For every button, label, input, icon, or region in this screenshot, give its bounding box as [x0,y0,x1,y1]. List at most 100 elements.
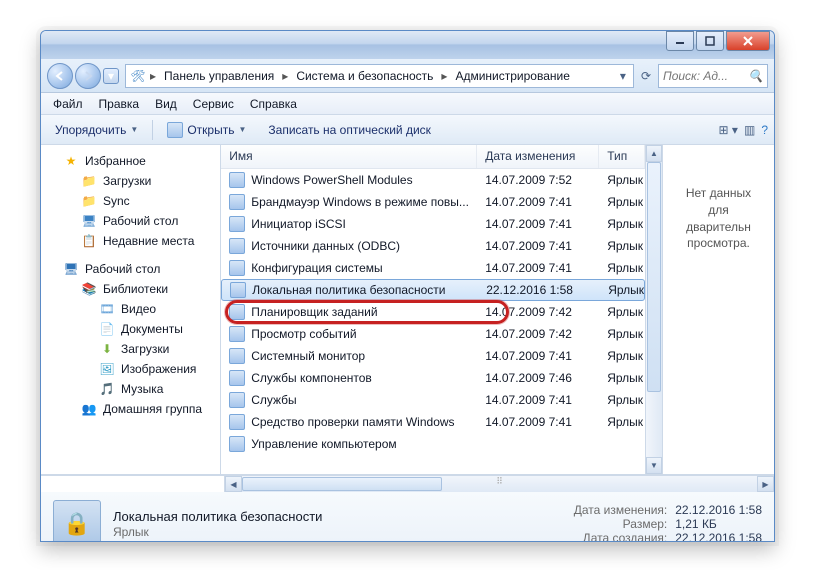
list-item-type: Ярлык [600,283,644,297]
sidebar-sync[interactable]: 📁Sync [41,191,220,211]
sidebar-documents[interactable]: 📄Документы [41,319,220,339]
preview-pane-icon[interactable]: ▥ [744,123,755,137]
breadcrumb-segment[interactable]: Панель управления [160,69,278,83]
list-item-date: 14.07.2009 7:41 [477,415,599,429]
list-item[interactable]: Службы компонентов14.07.2009 7:46Ярлык [221,367,645,389]
sidebar-recent[interactable]: 📋Недавние места [41,231,220,251]
menu-file[interactable]: Файл [45,95,91,113]
scroll-thumb[interactable] [647,162,661,392]
dropdown-icon[interactable]: ▾ [620,69,626,83]
titlebar [41,31,774,59]
list-item[interactable]: Локальная политика безопасности22.12.201… [221,279,645,301]
list-item[interactable]: Конфигурация системы14.07.2009 7:41Ярлык [221,257,645,279]
vertical-scrollbar[interactable]: ▲ ▼ [645,145,662,474]
list-item[interactable]: Брандмауэр Windows в режиме повы... 14.07… [221,191,645,213]
explorer-window: ▾ 🛠 ▸ Панель управления ▸ Система и безо… [40,30,775,542]
horizontal-scrollbar[interactable]: ◀ ⠿ ▶ [225,476,774,492]
download-icon: ⬇ [99,341,115,357]
list-item-type: Ярлык [599,217,645,231]
list-item-date: 14.07.2009 7:41 [477,239,599,253]
list-item[interactable]: Средство проверки памяти Windows14.07.20… [221,411,645,433]
forward-button[interactable] [75,63,101,89]
list-item[interactable]: Windows PowerShell Modules14.07.2009 7:5… [221,169,645,191]
minimize-button[interactable] [666,31,694,51]
list-item-type: Ярлык [599,305,645,319]
column-name[interactable]: Имя [221,145,477,168]
scroll-left-icon[interactable]: ◀ [225,476,242,492]
list-item[interactable]: Планировщик заданий14.07.2009 7:42Ярлык [221,301,645,323]
breadcrumb-segment[interactable]: Система и безопасность [292,69,437,83]
menubar: Файл Правка Вид Сервис Справка [41,93,774,115]
label-created: Дата создания: [574,531,668,542]
shortcut-icon [229,436,245,452]
list-item-date: 14.07.2009 7:41 [477,217,599,231]
list-item[interactable]: Просмотр событий14.07.2009 7:42Ярлык [221,323,645,345]
menu-help[interactable]: Справка [242,95,305,113]
list-item-name: Службы компонентов [251,371,372,385]
sidebar-desktop[interactable]: 🖥Рабочий стол [41,211,220,231]
address-bar: ▾ 🛠 ▸ Панель управления ▸ Система и безо… [41,59,774,93]
toolbar: Упорядочить▼ Открыть▼ Записать на оптиче… [41,115,774,145]
chevron-right-icon: ▸ [148,69,158,83]
view-options-icon[interactable]: ⊞ ▾ [719,123,738,137]
sidebar-homegroup[interactable]: 👥Домашняя группа [41,399,220,419]
navigation-pane: ★Избранное 📁Загрузки 📁Sync 🖥Рабочий стол… [41,145,221,474]
column-date[interactable]: Дата изменения [477,145,599,168]
sidebar-pictures[interactable]: 🖼Изображения [41,359,220,379]
scroll-thumb[interactable] [242,477,442,491]
music-icon: 🎵 [99,381,115,397]
sidebar-libraries[interactable]: 📚Библиотеки [41,279,220,299]
list-item-date: 22.12.2016 1:58 [478,283,600,297]
list-item-type: Ярлык [599,173,645,187]
column-type[interactable]: Тип [599,145,645,168]
shortcut-icon [229,392,245,408]
sidebar-downloads[interactable]: 📁Загрузки [41,171,220,191]
history-dropdown[interactable]: ▾ [103,68,119,84]
search-box[interactable]: 🔍 [658,64,768,88]
list-item[interactable]: Инициатор iSCSI14.07.2009 7:41Ярлык [221,213,645,235]
refresh-icon[interactable]: ⟳ [641,69,651,83]
organize-button[interactable]: Упорядочить▼ [47,120,146,140]
desktop-icon: 🖥 [63,261,79,277]
folder-icon: 📁 [81,193,97,209]
shortcut-icon [229,304,245,320]
list-item-name: Брандмауэр Windows в режиме повы... [251,195,469,209]
sidebar-desktop-root[interactable]: 🖥Рабочий стол [41,259,220,279]
chevron-right-icon: ▸ [439,69,449,83]
maximize-button[interactable] [696,31,724,51]
list-item-date: 14.07.2009 7:52 [477,173,599,187]
help-icon[interactable]: ? [761,123,768,137]
shortcut-icon: 🔒 [53,500,101,542]
back-button[interactable] [47,63,73,89]
scroll-up-icon[interactable]: ▲ [646,145,662,162]
breadcrumb[interactable]: 🛠 ▸ Панель управления ▸ Система и безопа… [125,64,634,88]
shortcut-icon [229,348,245,364]
burn-button[interactable]: Записать на оптический диск [260,120,439,140]
open-button[interactable]: Открыть▼ [159,119,254,141]
list-item-date: 14.07.2009 7:41 [477,261,599,275]
list-item[interactable]: Источники данных (ODBC)14.07.2009 7:41Яр… [221,235,645,257]
breadcrumb-segment[interactable]: Администрирование [451,69,573,83]
list-item-type: Ярлык [599,393,645,407]
list-item-date: 14.07.2009 7:41 [477,349,599,363]
list-item-type: Ярлык [599,327,645,341]
list-item[interactable]: Службы14.07.2009 7:41Ярлык [221,389,645,411]
folder-icon: 📁 [81,173,97,189]
menu-edit[interactable]: Правка [91,95,148,113]
scroll-down-icon[interactable]: ▼ [646,457,662,474]
list-item-date: 14.07.2009 7:41 [477,195,599,209]
close-button[interactable] [726,31,770,51]
sidebar-music[interactable]: 🎵Музыка [41,379,220,399]
search-input[interactable] [663,69,733,83]
preview-pane: Нет данных для дварительн просмотра. [662,145,774,474]
menu-view[interactable]: Вид [147,95,185,113]
list-item[interactable]: Системный монитор14.07.2009 7:41Ярлык [221,345,645,367]
list-item-date: 14.07.2009 7:42 [477,327,599,341]
sidebar-favorites[interactable]: ★Избранное [41,151,220,171]
list-item-type: Ярлык [599,195,645,209]
scroll-right-icon[interactable]: ▶ [757,476,774,492]
sidebar-downloads2[interactable]: ⬇Загрузки [41,339,220,359]
list-item[interactable]: Управление компьютером [221,433,645,455]
menu-service[interactable]: Сервис [185,95,242,113]
sidebar-video[interactable]: 🎞Видео [41,299,220,319]
